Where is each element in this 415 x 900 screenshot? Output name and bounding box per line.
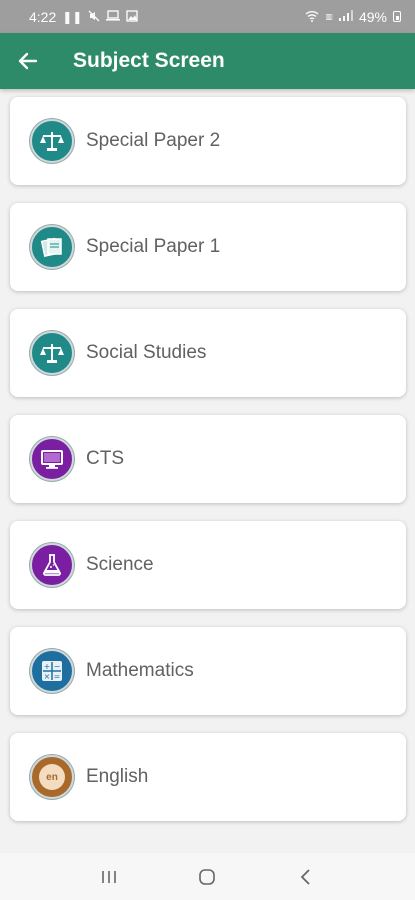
pause-icon: ❚❚ [62,9,83,24]
signal-icon [338,10,353,23]
svg-text:=: = [54,672,61,681]
status-left: 4:22 ❚❚ [29,8,139,25]
back-button[interactable] [8,41,48,81]
en-icon-text: en [46,771,58,783]
scales-icon [30,331,74,375]
en-icon: en [30,755,74,799]
status-bar: 4:22 ❚❚ ▥ 49% [0,0,415,33]
status-right: ▥ 49% [305,9,401,25]
subject-card-special-paper-2[interactable]: Special Paper 2 [10,97,406,185]
subject-card-special-paper-1[interactable]: Special Paper 1 [10,203,406,291]
recents-icon [102,870,116,883]
home-icon [199,868,216,885]
app-bar: Subject Screen [0,33,415,89]
subject-card-social-studies[interactable]: Social Studies [10,309,406,397]
monitor-icon [30,437,74,481]
mute-icon [88,10,100,24]
subject-label: Special Paper 2 [86,130,221,151]
subject-label: Social Studies [86,342,207,363]
flask-icon [30,543,74,587]
battery-percent: 49% [358,8,387,25]
papers-icon [30,225,74,269]
recents-button[interactable] [89,857,129,897]
subject-label: English [86,766,149,787]
subject-card-mathematics[interactable]: + − × = Mathematics [10,627,406,715]
nav-back-button[interactable] [286,857,326,897]
svg-text:+: + [44,662,51,671]
scales-icon [30,119,74,163]
subject-card-cts[interactable]: CTS [10,415,406,503]
subject-label: Science [86,554,154,575]
home-button[interactable] [187,857,227,897]
subject-label: Special Paper 1 [86,236,221,257]
subject-label: Mathematics [86,660,194,681]
system-nav-bar [0,853,415,900]
subject-list: Special Paper 2 Special Paper 1 Social S… [10,97,406,839]
subject-label: CTS [86,448,124,469]
chevron-left-icon [300,868,310,885]
wifi-icon [305,10,319,24]
laptop-icon [106,10,121,23]
image-icon [126,9,139,24]
battery-icon [393,11,401,22]
arrow-left-icon [18,52,38,70]
volte-icon: ▥ [325,11,333,21]
svg-text:×: × [44,672,51,681]
subject-card-science[interactable]: Science [10,521,406,609]
calculator-icon: + − × = [30,649,74,693]
svg-text:−: − [54,662,61,671]
subject-card-english[interactable]: en English [10,733,406,821]
page-title: Subject Screen [73,49,225,72]
en-badge: en [39,764,65,790]
status-time: 4:22 [29,8,57,25]
